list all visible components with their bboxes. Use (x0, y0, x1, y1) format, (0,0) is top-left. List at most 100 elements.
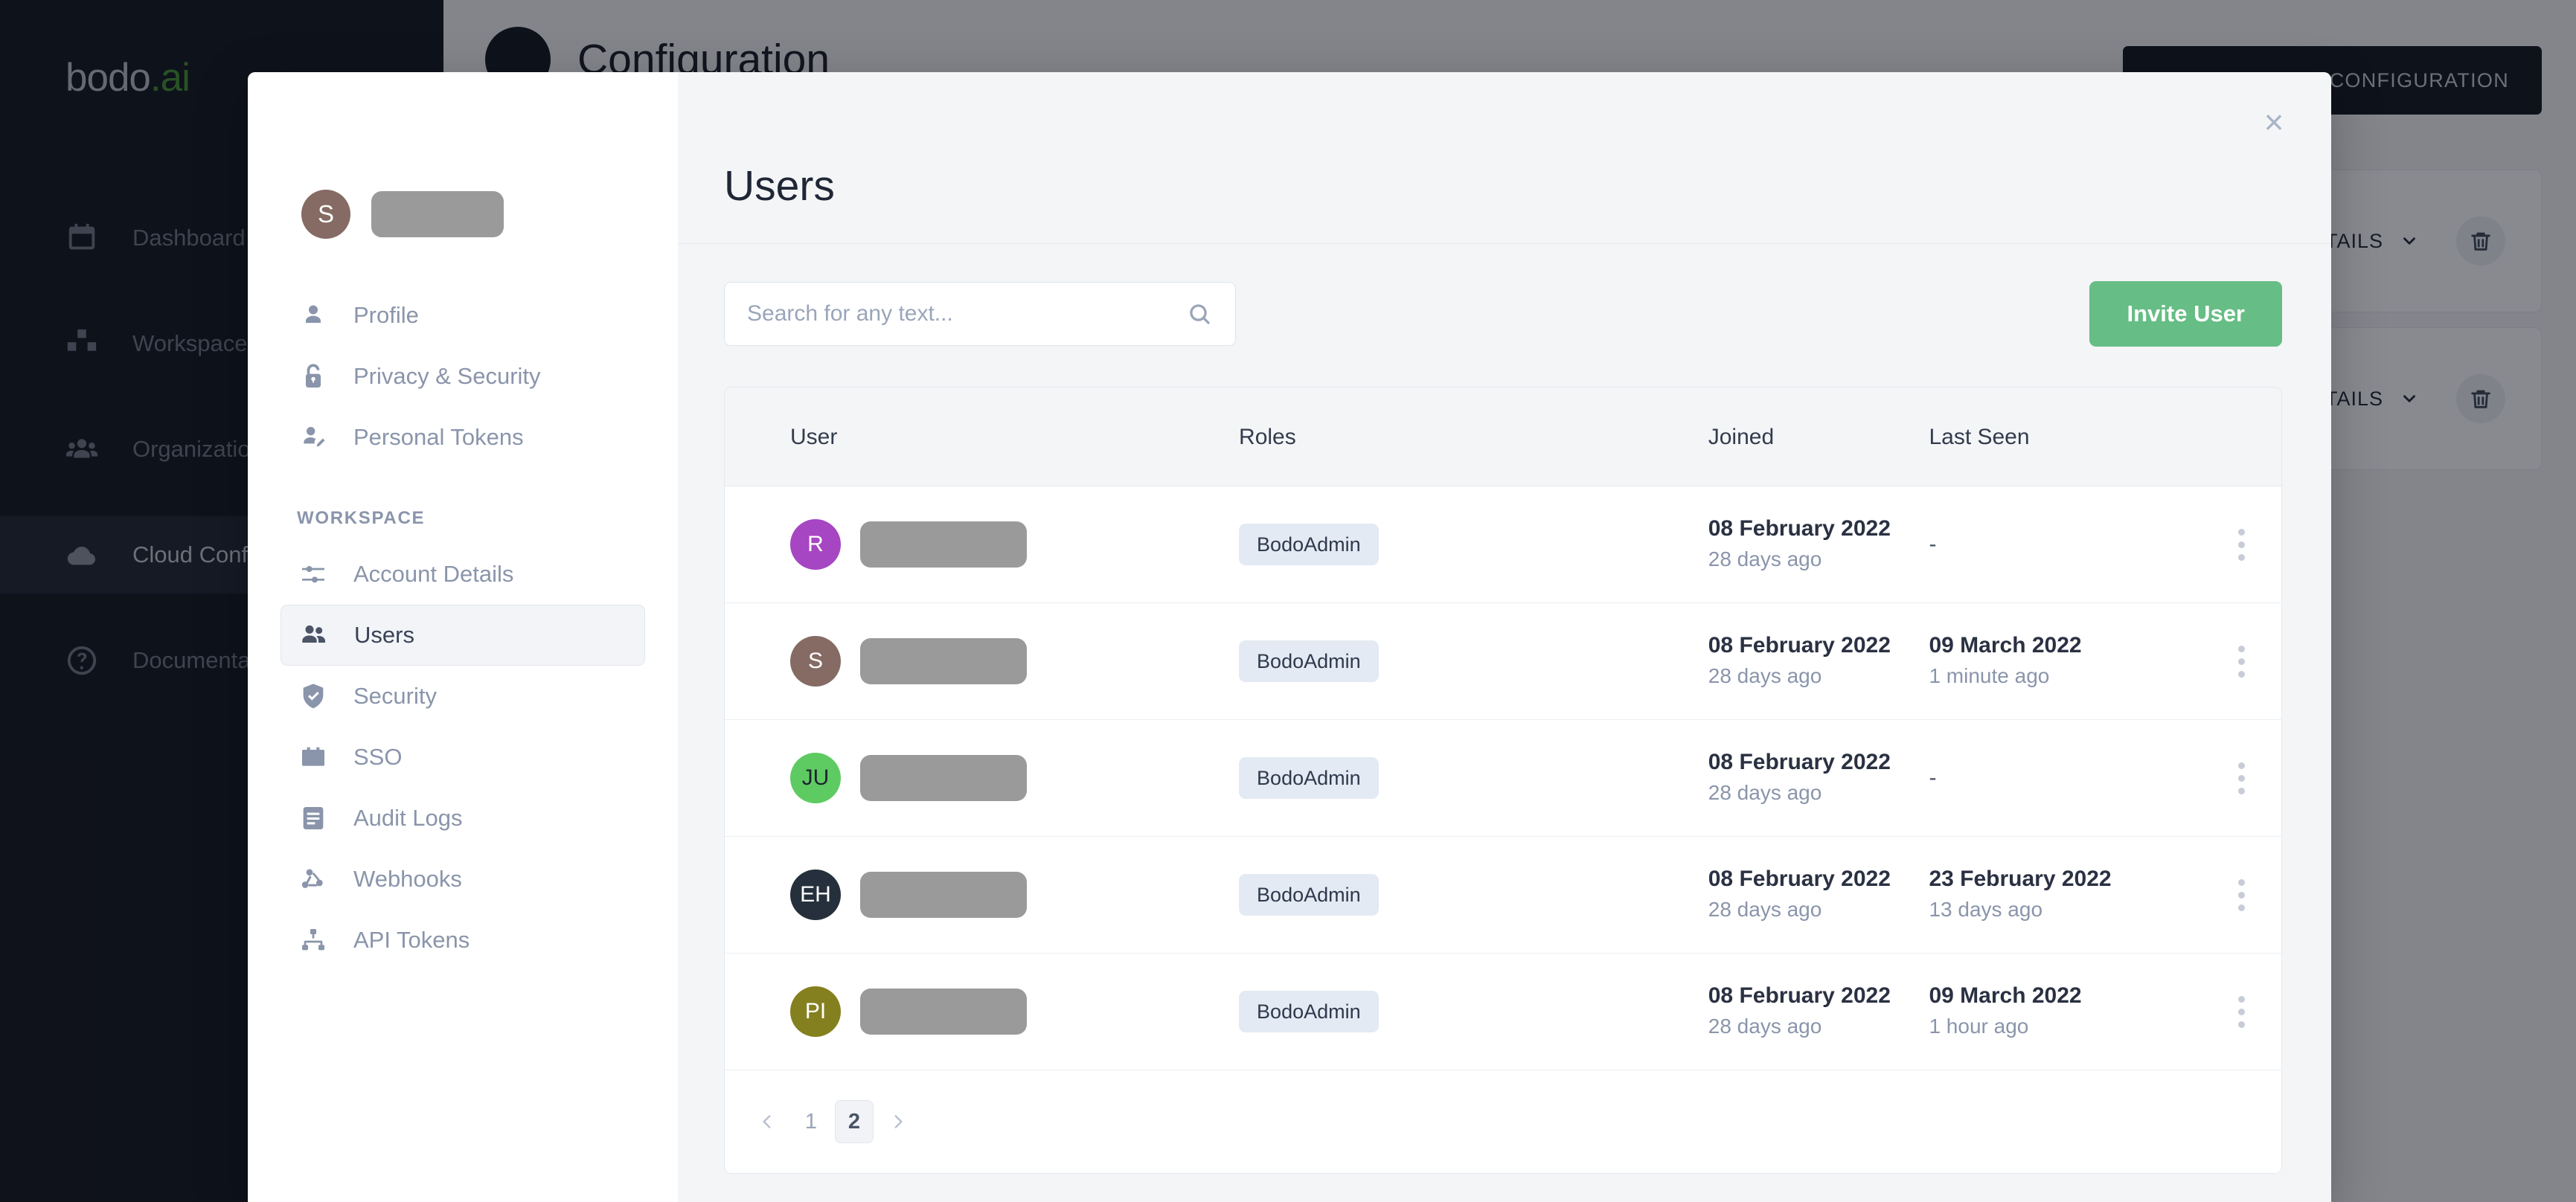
modal-nav-label: Personal Tokens (353, 424, 524, 450)
joined-date: 08 February 2022 (1708, 867, 1891, 892)
last-seen-date: 09 March 2022 (1929, 983, 2082, 1009)
joined-ago: 28 days ago (1708, 663, 1822, 687)
cell-last-seen: - (1929, 486, 2202, 603)
modal-nav-label: Privacy & Security (353, 363, 541, 389)
search-input[interactable] (747, 301, 1186, 327)
joined-ago: 28 days ago (1708, 897, 1822, 921)
account-name-redacted (371, 191, 504, 237)
modal-nav-item-privacy-security[interactable]: Privacy & Security (281, 346, 645, 407)
modal-sidebar: S Profile Privacy & Security Personal To… (248, 72, 678, 1202)
table-row: PI BodoAdmin 08 February 2022 28 days ago 09… (725, 953, 2281, 1070)
users-table-container: User Roles Joined Last Seen R BodoAdmin 08… (724, 387, 2282, 1174)
pagination-page-1[interactable]: 1 (792, 1100, 830, 1143)
person-icon (297, 299, 330, 332)
cell-user: JU (725, 719, 1226, 837)
avatar: JU (790, 753, 841, 803)
column-header-user: User (790, 425, 838, 449)
user-name-redacted (860, 755, 1027, 801)
user-name-redacted (860, 521, 1027, 568)
column-header-last-seen: Last Seen (1929, 425, 2030, 449)
cell-row-menu (2202, 602, 2281, 720)
pagination-next-button[interactable] (878, 1100, 918, 1143)
modal-nav-item-account-details[interactable]: Account Details (281, 544, 645, 605)
cell-joined: 08 February 2022 28 days ago (1708, 602, 1929, 720)
modal-nav-item-sso[interactable]: SSO (281, 727, 645, 788)
search-box[interactable] (724, 282, 1236, 346)
pagination-page-2[interactable]: 2 (835, 1100, 874, 1143)
person-key-icon (297, 421, 330, 454)
users-toolbar: Invite User (678, 244, 2331, 347)
cell-row-menu (2202, 953, 2281, 1070)
role-badge: BodoAdmin (1239, 874, 1379, 916)
user-name-redacted (860, 638, 1027, 684)
modal-title: Users (724, 162, 835, 210)
shield-check-icon (297, 680, 330, 713)
table-row: S BodoAdmin 08 February 2022 28 days ago 09 … (725, 602, 2281, 720)
invite-user-button[interactable]: Invite User (2089, 281, 2282, 347)
cell-row-menu (2202, 836, 2281, 954)
close-icon[interactable]: × (2252, 100, 2295, 144)
search-icon (1190, 304, 1210, 324)
joined-date: 08 February 2022 (1708, 750, 1891, 775)
kebab-menu-icon[interactable] (2202, 645, 2281, 678)
modal-nav-section-label: WORKSPACE (297, 508, 426, 528)
users-table-head: User Roles Joined Last Seen (725, 388, 2281, 486)
table-header-row: User Roles Joined Last Seen (725, 388, 2281, 486)
modal-nav-item-personal-tokens[interactable]: Personal Tokens (281, 407, 645, 468)
cell-joined: 08 February 2022 28 days ago (1708, 719, 1929, 837)
modal-nav-label: Profile (353, 302, 419, 328)
last-seen-value: - (1929, 765, 1937, 790)
webhook-icon (297, 863, 330, 896)
modal-nav-item-api-tokens[interactable]: API Tokens (281, 910, 645, 971)
kebab-menu-icon[interactable] (2202, 878, 2281, 911)
joined-ago: 28 days ago (1708, 780, 1822, 804)
joined-date: 08 February 2022 (1708, 983, 1891, 1009)
modal-nav-item-security[interactable]: Security (281, 666, 645, 727)
joined-date: 08 February 2022 (1708, 633, 1891, 658)
kebab-menu-icon[interactable] (2202, 528, 2281, 561)
table-row: R BodoAdmin 08 February 2022 28 days ago - (725, 486, 2281, 603)
modal-nav-item-webhooks[interactable]: Webhooks (281, 849, 645, 910)
kebab-menu-icon[interactable] (2202, 762, 2281, 794)
joined-date: 08 February 2022 (1708, 516, 1891, 541)
cell-joined: 08 February 2022 28 days ago (1708, 486, 1929, 603)
pagination-prev-button[interactable] (747, 1100, 787, 1143)
modal-nav-label: Account Details (353, 561, 514, 587)
cell-last-seen: 09 March 2022 1 hour ago (1929, 953, 2202, 1070)
id-card-icon (297, 741, 330, 774)
kebab-menu-icon[interactable] (2202, 995, 2281, 1028)
modal-nav-label: Webhooks (353, 866, 462, 892)
users-table: User Roles Joined Last Seen R BodoAdmin 08… (725, 388, 2281, 1070)
cell-user: S (725, 602, 1226, 720)
column-header-joined: Joined (1708, 425, 1775, 449)
users-icon (298, 619, 330, 652)
document-lines-icon (297, 802, 330, 835)
cell-roles: BodoAdmin (1225, 953, 1708, 1070)
modal-account-summary[interactable]: S (248, 72, 678, 239)
unlock-icon (297, 360, 330, 393)
cell-joined: 08 February 2022 28 days ago (1708, 953, 1929, 1070)
table-row: JU BodoAdmin 08 February 2022 28 days ago - (725, 719, 2281, 837)
cell-row-menu (2202, 719, 2281, 837)
modal-nav-item-profile[interactable]: Profile (281, 285, 645, 346)
cell-user: PI (725, 953, 1226, 1070)
modal-nav-personal: Profile Privacy & Security Personal Toke… (248, 285, 678, 468)
last-seen-date: 09 March 2022 (1929, 633, 2082, 658)
role-badge: BodoAdmin (1239, 757, 1379, 799)
avatar: R (790, 519, 841, 570)
last-seen-ago: 1 minute ago (1929, 663, 2050, 687)
cell-user: EH (725, 836, 1226, 954)
cell-user: R (725, 486, 1226, 603)
chevron-right-icon (894, 1115, 903, 1128)
cell-roles: BodoAdmin (1225, 719, 1708, 837)
users-table-body: R BodoAdmin 08 February 2022 28 days ago - S B… (725, 486, 2281, 1070)
modal-nav-item-users[interactable]: Users (281, 605, 645, 666)
modal-nav-item-audit-logs[interactable]: Audit Logs (281, 788, 645, 849)
last-seen-date: 23 February 2022 (1929, 867, 2112, 892)
chevron-left-icon (763, 1115, 771, 1128)
role-badge: BodoAdmin (1239, 640, 1379, 682)
avatar: EH (790, 870, 841, 920)
cell-last-seen: 23 February 2022 13 days ago (1929, 836, 2202, 954)
modal-nav-label: Users (354, 622, 414, 648)
modal-nav-label: API Tokens (353, 927, 470, 953)
